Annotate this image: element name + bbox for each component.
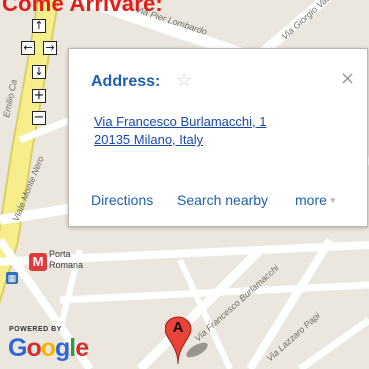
info-window-title: Address: (91, 73, 161, 90)
search-nearby-link[interactable]: Search nearby (177, 192, 268, 208)
google-logo-letter: g (55, 334, 70, 362)
powered-by-label: POWERED BY (9, 326, 62, 333)
pan-left-button[interactable]: ← (21, 41, 35, 55)
map-canvas[interactable]: Via Pier Lombardo Via Giorgio Vasari Via… (0, 0, 369, 369)
metro-label-line1: Porta (49, 249, 71, 259)
chevron-down-icon: ▼ (328, 196, 337, 205)
metro-label-line2: Romana (49, 260, 84, 270)
metro-icon[interactable]: M (29, 253, 47, 271)
pan-up-button[interactable]: ↑ (32, 19, 46, 33)
google-logo-letter: o (40, 334, 56, 362)
pan-right-button[interactable]: → (43, 41, 57, 55)
info-window: Address: ☆ × Via Francesco Burlamacchi, … (68, 48, 368, 227)
location-marker[interactable]: A (164, 316, 209, 369)
google-logo-letter: e (75, 334, 89, 362)
star-icon[interactable]: ☆ (176, 70, 192, 91)
pan-down-button[interactable]: ↓ (32, 65, 46, 79)
metro-station-label: Porta Romana (49, 249, 83, 271)
close-icon[interactable]: × (340, 68, 355, 89)
google-logo-letter: o (26, 334, 41, 362)
address-line-city[interactable]: 20135 Milano, Italy (94, 131, 266, 149)
page-heading: Come Arrivare: (2, 0, 163, 16)
more-link-label[interactable]: more (295, 192, 327, 208)
address-link[interactable]: Via Francesco Burlamacchi, 1 20135 Milan… (94, 113, 266, 149)
google-logo-letter: G (8, 334, 27, 362)
directions-link[interactable]: Directions (91, 192, 153, 208)
google-logo[interactable]: Google (8, 333, 89, 363)
more-link[interactable]: more ▼ (295, 192, 337, 208)
zoom-out-button[interactable]: − (32, 111, 46, 125)
address-line-street[interactable]: Via Francesco Burlamacchi, 1 (94, 113, 266, 131)
transit-icon[interactable]: ▦ (6, 272, 18, 284)
marker-label: A (172, 319, 184, 336)
zoom-in-button[interactable]: + (32, 89, 46, 103)
